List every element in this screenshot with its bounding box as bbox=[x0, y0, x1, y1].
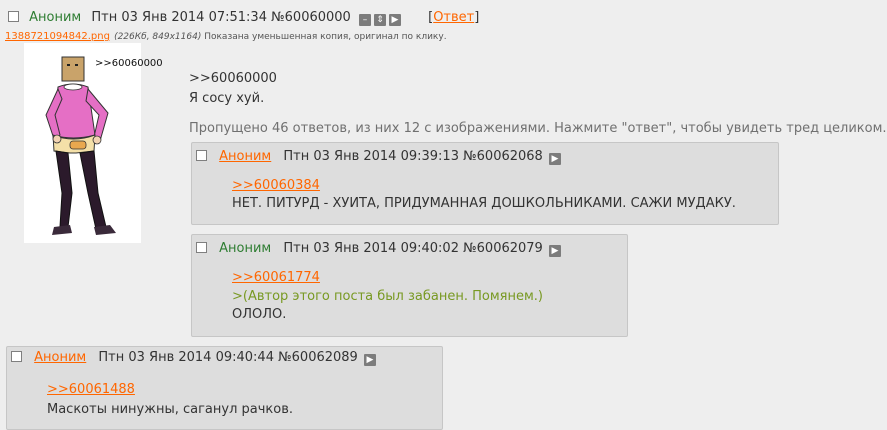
reply-post: Аноним Птн 03 Янв 2014 09:40:02 №6006207… bbox=[191, 234, 628, 337]
op-header: Аноним Птн 03 Янв 2014 07:51:34 №6006000… bbox=[8, 10, 479, 26]
op-file-info: 1388721094842.png (226Кб, 849x1164) Пока… bbox=[5, 28, 447, 43]
reply-text: ОЛОЛО. bbox=[232, 307, 287, 322]
minus-icon[interactable]: – bbox=[358, 14, 371, 26]
reply-text: Маскоты нинужны, саганул рачков. bbox=[47, 402, 294, 417]
reply-ref-link[interactable]: >>60060384 bbox=[232, 178, 320, 193]
op-file-note: Показана уменьшенная копия, оригинал по … bbox=[204, 32, 447, 42]
reply-post-number[interactable]: №60062068 bbox=[463, 149, 543, 164]
op-text: Я сосу хуй. bbox=[189, 91, 265, 106]
op-checkbox[interactable] bbox=[8, 11, 19, 22]
reply-poster-name: Аноним bbox=[219, 241, 272, 256]
reply-ref-link[interactable]: >>60061488 bbox=[47, 382, 135, 397]
reply-header: Аноним Птн 03 Янв 2014 09:39:13 №6006206… bbox=[196, 149, 564, 165]
reply-date: Птн 03 Янв 2014 09:39:13 bbox=[283, 149, 459, 164]
reply-post-number[interactable]: №60062089 bbox=[278, 350, 358, 365]
omitted-notice: Пропущено 46 ответов, из них 12 с изобра… bbox=[189, 121, 887, 136]
reply-greentext: >(Автор этого поста был забанен. Помянем… bbox=[232, 289, 543, 304]
reply-checkbox[interactable] bbox=[11, 351, 22, 362]
op-file-link[interactable]: 1388721094842.png bbox=[5, 31, 110, 42]
play-icon[interactable]: ▶ bbox=[548, 245, 561, 257]
op-file-meta: (226Кб, 849x1164) bbox=[114, 32, 202, 42]
reply-poster-name[interactable]: Аноним bbox=[34, 350, 86, 365]
reply-ref-link[interactable]: >>60061774 bbox=[232, 270, 320, 285]
reply-header: Аноним Птн 03 Янв 2014 09:40:02 №6006207… bbox=[196, 241, 564, 257]
op-date: Птн 03 Янв 2014 07:51:34 bbox=[91, 10, 267, 25]
reply-date: Птн 03 Янв 2014 09:40:02 bbox=[283, 241, 459, 256]
reply-post: Аноним Птн 03 Янв 2014 09:39:13 №6006206… bbox=[191, 142, 779, 225]
op-post-number[interactable]: №60060000 bbox=[271, 10, 351, 25]
op-poster-name: Аноним bbox=[29, 10, 82, 25]
play-icon[interactable]: ▶ bbox=[548, 153, 561, 165]
reply-poster-name[interactable]: Аноним bbox=[219, 149, 271, 164]
reply-date: Птн 03 Янв 2014 09:40:44 bbox=[98, 350, 274, 365]
reply-checkbox[interactable] bbox=[196, 242, 207, 253]
reply-checkbox[interactable] bbox=[196, 150, 207, 161]
expand-icon[interactable]: ⇕ bbox=[373, 14, 386, 26]
reply-post-number[interactable]: №60062079 bbox=[463, 241, 543, 256]
reply-header: Аноним Птн 03 Янв 2014 09:40:44 №6006208… bbox=[11, 350, 379, 366]
play-icon[interactable]: ▶ bbox=[363, 354, 376, 366]
mascot-image bbox=[45, 56, 116, 235]
op-thumbnail[interactable]: >>60060000 bbox=[24, 43, 163, 243]
op-ref-link[interactable]: >>60060000 bbox=[189, 71, 277, 86]
op-reply-button[interactable]: [Ответ] bbox=[428, 10, 479, 25]
reply-text: НЕТ. ПИТУРД - ХУИТА, ПРИДУМАННАЯ ДОШКОЛЬ… bbox=[232, 196, 736, 211]
play-icon[interactable]: ▶ bbox=[388, 14, 401, 26]
reply-post: Аноним Птн 03 Янв 2014 09:40:44 №6006208… bbox=[6, 346, 443, 430]
